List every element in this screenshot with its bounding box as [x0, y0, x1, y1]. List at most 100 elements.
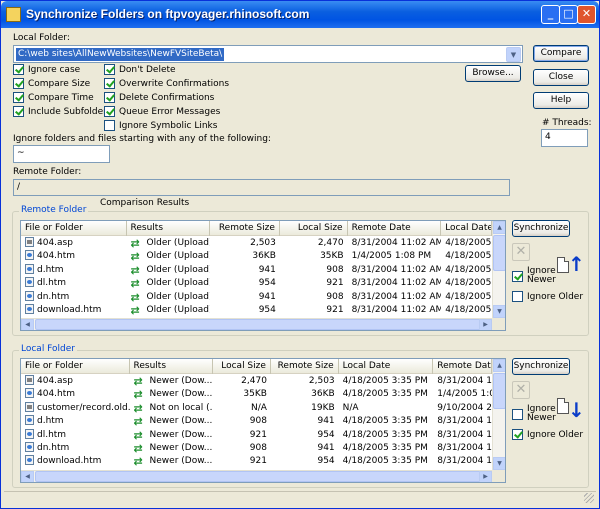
option-checkbox[interactable]: Compare Size: [13, 78, 90, 89]
checkbox-box[interactable]: [104, 106, 115, 117]
minimize-icon[interactable]: _: [541, 5, 560, 24]
column-header[interactable]: Results: [130, 359, 214, 374]
vertical-scrollbar[interactable]: ▲ ▼: [492, 221, 505, 318]
checkbox-box[interactable]: [13, 92, 24, 103]
ignore-input[interactable]: ~: [13, 145, 110, 163]
table-row[interactable]: dl.htm ⇄ Older (Upload) 954 921 8/31/2004 11:…: [21, 277, 492, 290]
cell-name: dl.htm: [21, 277, 127, 290]
checkbox-box[interactable]: [104, 92, 115, 103]
column-header[interactable]: Local Size: [213, 359, 271, 374]
title-bar[interactable]: Synchronize Folders on ftpvoyager.rhinos…: [1, 1, 599, 28]
close-icon[interactable]: ✕: [577, 5, 596, 24]
horizontal-scrollbar[interactable]: ◀ ▶: [21, 318, 492, 330]
table-row[interactable]: download.htm ⇄ Older (Upload) 954 921 8/31/20…: [21, 304, 492, 317]
scroll-right-icon[interactable]: ▶: [479, 319, 492, 330]
scroll-up-icon[interactable]: ▲: [493, 221, 505, 234]
option-checkbox[interactable]: Don't Delete: [104, 64, 176, 75]
threads-input[interactable]: 4: [541, 129, 588, 147]
result-text: Newer (Dow...: [149, 429, 213, 440]
checkbox-box[interactable]: [512, 291, 523, 302]
column-header[interactable]: Results: [127, 221, 211, 236]
option-checkbox[interactable]: Ignore case: [13, 64, 80, 75]
option-checkbox[interactable]: Delete Confirmations: [104, 92, 214, 103]
cell-rsize: 954: [317, 429, 335, 440]
checkbox-box[interactable]: [13, 106, 24, 117]
table-row[interactable]: dl.htm ⇄ Newer (Dow... 921 954 4/18/2005 3:35…: [21, 428, 492, 442]
option-label: Ignore Symbolic Links: [119, 120, 218, 131]
option-checkbox[interactable]: Overwrite Confirmations: [104, 78, 229, 89]
table-row[interactable]: 404.htm ⇄ Newer (Dow... 35KB 36KB 4/18/2005 3…: [21, 388, 492, 401]
local-synchronize-button[interactable]: Synchronize: [512, 358, 570, 375]
arrow-down-icon: ↓: [568, 398, 585, 422]
remote-results-list[interactable]: File or Folder Results Remote Size Local Si…: [20, 220, 506, 331]
help-button[interactable]: Help: [533, 92, 589, 109]
table-row[interactable]: d.htm ⇄ Newer (Dow... 908 941 4/18/2005 3:35 …: [21, 415, 492, 428]
column-header[interactable]: Local Date: [339, 359, 434, 374]
checkbox-box[interactable]: [104, 120, 115, 131]
vertical-scrollbar[interactable]: ▲ ▼: [492, 359, 505, 470]
cell-rsize: 954: [258, 278, 276, 289]
option-checkbox[interactable]: Include Subfolders: [13, 106, 112, 117]
cell-ldate: 4/18/2005 3:3: [445, 238, 492, 248]
scroll-up-icon[interactable]: ▲: [493, 359, 505, 372]
checkbox-box[interactable]: [512, 408, 523, 420]
option-checkbox[interactable]: Compare Time: [13, 92, 94, 103]
column-header[interactable]: Local Size: [280, 221, 348, 236]
scroll-down-icon[interactable]: ▼: [493, 457, 505, 470]
table-row[interactable]: 404.htm ⇄ Older (Upload) 36KB 35KB 1/4/2005 1…: [21, 250, 492, 263]
checkbox-box[interactable]: [512, 270, 523, 282]
scroll-thumb[interactable]: [493, 373, 505, 409]
local-results-list[interactable]: File or Folder Results Local Size Remote Si…: [20, 358, 506, 483]
option-checkbox[interactable]: Ignore Symbolic Links: [104, 120, 217, 131]
close-button[interactable]: Close: [533, 69, 589, 86]
scroll-right-icon[interactable]: ▶: [479, 471, 492, 482]
scroll-thumb[interactable]: [35, 319, 485, 330]
file-name: dn.htm: [37, 443, 70, 453]
remote-ignore-older-checkbox[interactable]: Ignore Older: [512, 291, 583, 302]
file-name: download.htm: [37, 305, 102, 315]
column-header[interactable]: File or Folder: [21, 359, 130, 374]
browse-button[interactable]: Browse...: [465, 65, 521, 82]
cell-name: 404.htm: [21, 250, 127, 263]
local-folder-combo[interactable]: C:\web sites\AllNewWebsites\NewFVSiteBet…: [13, 45, 523, 63]
local-ignore-older-checkbox[interactable]: Ignore Older: [512, 429, 583, 440]
scroll-left-icon[interactable]: ◀: [21, 471, 34, 482]
column-header[interactable]: Remote Date: [348, 221, 442, 236]
table-row[interactable]: d.htm ⇄ Older (Upload) 941 908 8/31/2004 11:0…: [21, 263, 492, 277]
checkbox-box[interactable]: [104, 78, 115, 89]
column-header[interactable]: Remote Date: [433, 359, 492, 374]
chevron-down-icon[interactable]: ▼: [506, 47, 521, 62]
checkbox-box[interactable]: [13, 64, 24, 75]
column-header[interactable]: Remote Size: [210, 221, 280, 236]
remote-synchronize-button[interactable]: Synchronize: [512, 220, 570, 237]
horizontal-scrollbar[interactable]: ◀ ▶: [21, 470, 492, 482]
table-row[interactable]: 404.asp ⇄ Older (Upload) 2,503 2,470 8/31/200…: [21, 237, 492, 250]
column-header[interactable]: File or Folder: [21, 221, 127, 236]
column-header[interactable]: Local Date: [441, 221, 492, 236]
scroll-left-icon[interactable]: ◀: [21, 319, 34, 330]
table-row[interactable]: 404.asp ⇄ Newer (Dow... 2,470 2,503 4/18/2005…: [21, 375, 492, 388]
scroll-down-icon[interactable]: ▼: [493, 305, 505, 318]
checkbox-box[interactable]: [13, 78, 24, 89]
table-row[interactable]: dn.htm ⇄ Older (Upload) 941 908 8/31/2004 11:…: [21, 290, 492, 304]
maximize-icon[interactable]: □: [559, 5, 578, 24]
option-label: Compare Time: [28, 92, 94, 103]
option-label: Include Subfolders: [28, 106, 112, 117]
compare-button[interactable]: Compare: [533, 45, 589, 62]
table-row[interactable]: customer/record.old.asp⇄ Not on local (..…: [21, 401, 492, 415]
local-folder-value: C:\web sites\AllNewWebsites\NewFVSiteBet…: [16, 48, 225, 61]
checkbox-box[interactable]: [512, 429, 523, 440]
column-header[interactable]: Remote Size: [271, 359, 339, 374]
scroll-thumb[interactable]: [35, 471, 485, 482]
remote-ignore-newer-checkbox[interactable]: Ignore Newer: [512, 267, 561, 285]
table-row[interactable]: dn.htm ⇄ Newer (Dow... 908 941 4/18/2005 3:35…: [21, 442, 492, 455]
cell-lsize: 921: [249, 456, 267, 467]
resize-grip-icon[interactable]: [584, 493, 594, 503]
scroll-thumb[interactable]: [493, 235, 505, 271]
sync-status-icon: ⇄: [130, 237, 140, 250]
local-ignore-newer-checkbox[interactable]: Ignore Newer: [512, 405, 561, 423]
option-checkbox[interactable]: Queue Error Messages: [104, 106, 220, 117]
table-row[interactable]: download.htm ⇄ Newer (Dow... 921 954 4/18/200…: [21, 455, 492, 468]
cell-ldate: 4/18/2005 3:3: [445, 291, 492, 302]
checkbox-box[interactable]: [104, 64, 115, 75]
